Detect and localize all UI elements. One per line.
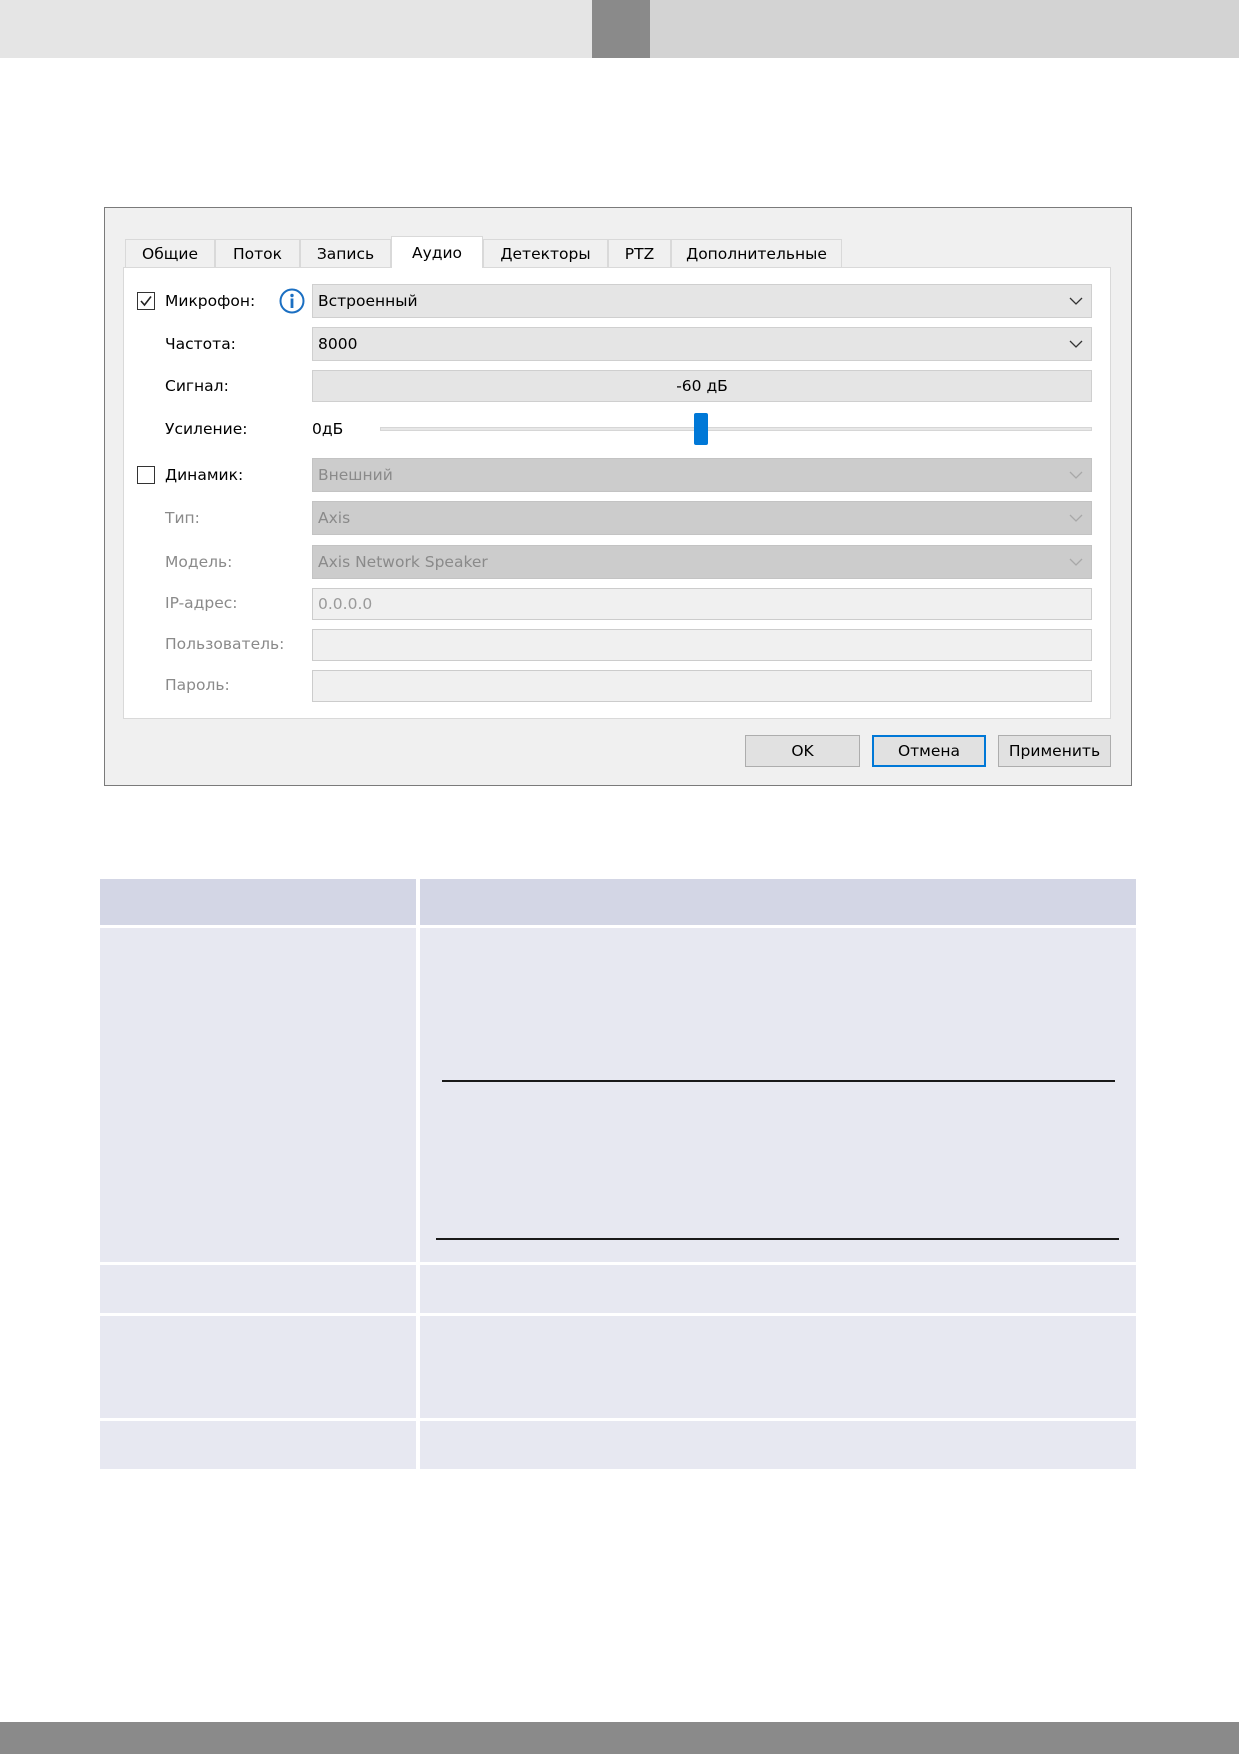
page-footer-band — [0, 1722, 1239, 1754]
microphone-select[interactable]: Встроенный — [312, 284, 1092, 318]
checkmark-icon — [140, 296, 152, 307]
model-select[interactable]: Axis Network Speaker — [312, 545, 1092, 579]
table-header-cell — [100, 879, 416, 925]
cancel-button[interactable]: Отмена — [872, 735, 986, 767]
ip-address-value: 0.0.0.0 — [318, 595, 373, 613]
table-cell — [100, 1316, 416, 1418]
gain-label: Усиление: — [165, 420, 248, 438]
table-cell-rule — [442, 1080, 1115, 1082]
chevron-down-icon — [1069, 558, 1083, 566]
microphone-select-value: Встроенный — [318, 292, 418, 310]
table-cell — [420, 1316, 1136, 1418]
page-header-band-left — [0, 0, 592, 58]
signal-label: Сигнал: — [165, 377, 229, 395]
ip-address-label: IP-адрес: — [165, 594, 238, 612]
table-cell — [420, 1421, 1136, 1469]
model-select-value: Axis Network Speaker — [318, 553, 488, 571]
type-select[interactable]: Axis — [312, 501, 1092, 535]
table-row — [100, 1265, 1136, 1313]
tab-recording[interactable]: Запись — [300, 239, 391, 267]
table-cell — [100, 1421, 416, 1469]
gain-value: 0дБ — [312, 420, 344, 438]
apply-button[interactable]: Применить — [998, 735, 1111, 767]
password-field[interactable] — [312, 670, 1092, 702]
chevron-down-icon — [1069, 471, 1083, 479]
frequency-label: Частота: — [165, 335, 236, 353]
type-select-value: Axis — [318, 509, 351, 527]
chevron-down-icon — [1069, 514, 1083, 522]
tab-ptz[interactable]: PTZ — [608, 239, 671, 267]
table-cell — [420, 928, 1136, 1262]
table-header-cell — [420, 879, 1136, 925]
speaker-select[interactable]: Внешний — [312, 458, 1092, 492]
table-cell — [100, 1265, 416, 1313]
audio-settings-panel: Микрофон: Встроенный Частота: 8000 Сигна… — [123, 267, 1111, 719]
page-header-tab-marker — [592, 0, 650, 58]
tab-detectors[interactable]: Детекторы — [483, 239, 608, 267]
camera-settings-dialog: Общие Поток Запись Аудио Детекторы PTZ Д… — [104, 207, 1132, 786]
microphone-label: Микрофон: — [165, 292, 256, 310]
tab-advanced[interactable]: Дополнительные — [671, 239, 842, 267]
chevron-down-icon — [1069, 297, 1083, 305]
speaker-checkbox[interactable] — [137, 466, 155, 484]
table-header-row — [100, 879, 1136, 925]
table-row — [100, 1316, 1136, 1418]
ip-address-field[interactable]: 0.0.0.0 — [312, 588, 1092, 620]
page-header-band-right — [650, 0, 1239, 58]
type-label: Тип: — [165, 509, 200, 527]
ok-button[interactable]: OK — [745, 735, 860, 767]
table-row — [100, 1421, 1136, 1469]
chevron-down-icon — [1069, 340, 1083, 348]
microphone-checkbox[interactable] — [137, 292, 155, 310]
user-field[interactable] — [312, 629, 1092, 661]
model-label: Модель: — [165, 553, 233, 571]
tab-stream[interactable]: Поток — [215, 239, 300, 267]
table-row — [100, 928, 1136, 1262]
tab-audio[interactable]: Аудио — [391, 236, 483, 268]
frequency-select-value: 8000 — [318, 335, 358, 353]
table-cell — [420, 1265, 1136, 1313]
frequency-select[interactable]: 8000 — [312, 327, 1092, 361]
table-cell — [100, 928, 416, 1262]
signal-level-meter: -60 дБ — [312, 370, 1092, 402]
gain-slider-track[interactable] — [380, 427, 1092, 431]
password-label: Пароль: — [165, 676, 230, 694]
info-icon[interactable] — [279, 288, 305, 314]
tab-general[interactable]: Общие — [125, 239, 215, 267]
speaker-label: Динамик: — [165, 466, 244, 484]
gain-slider-thumb[interactable] — [694, 413, 708, 445]
speaker-select-value: Внешний — [318, 466, 393, 484]
table-cell-rule — [436, 1238, 1119, 1240]
user-label: Пользователь: — [165, 635, 285, 653]
